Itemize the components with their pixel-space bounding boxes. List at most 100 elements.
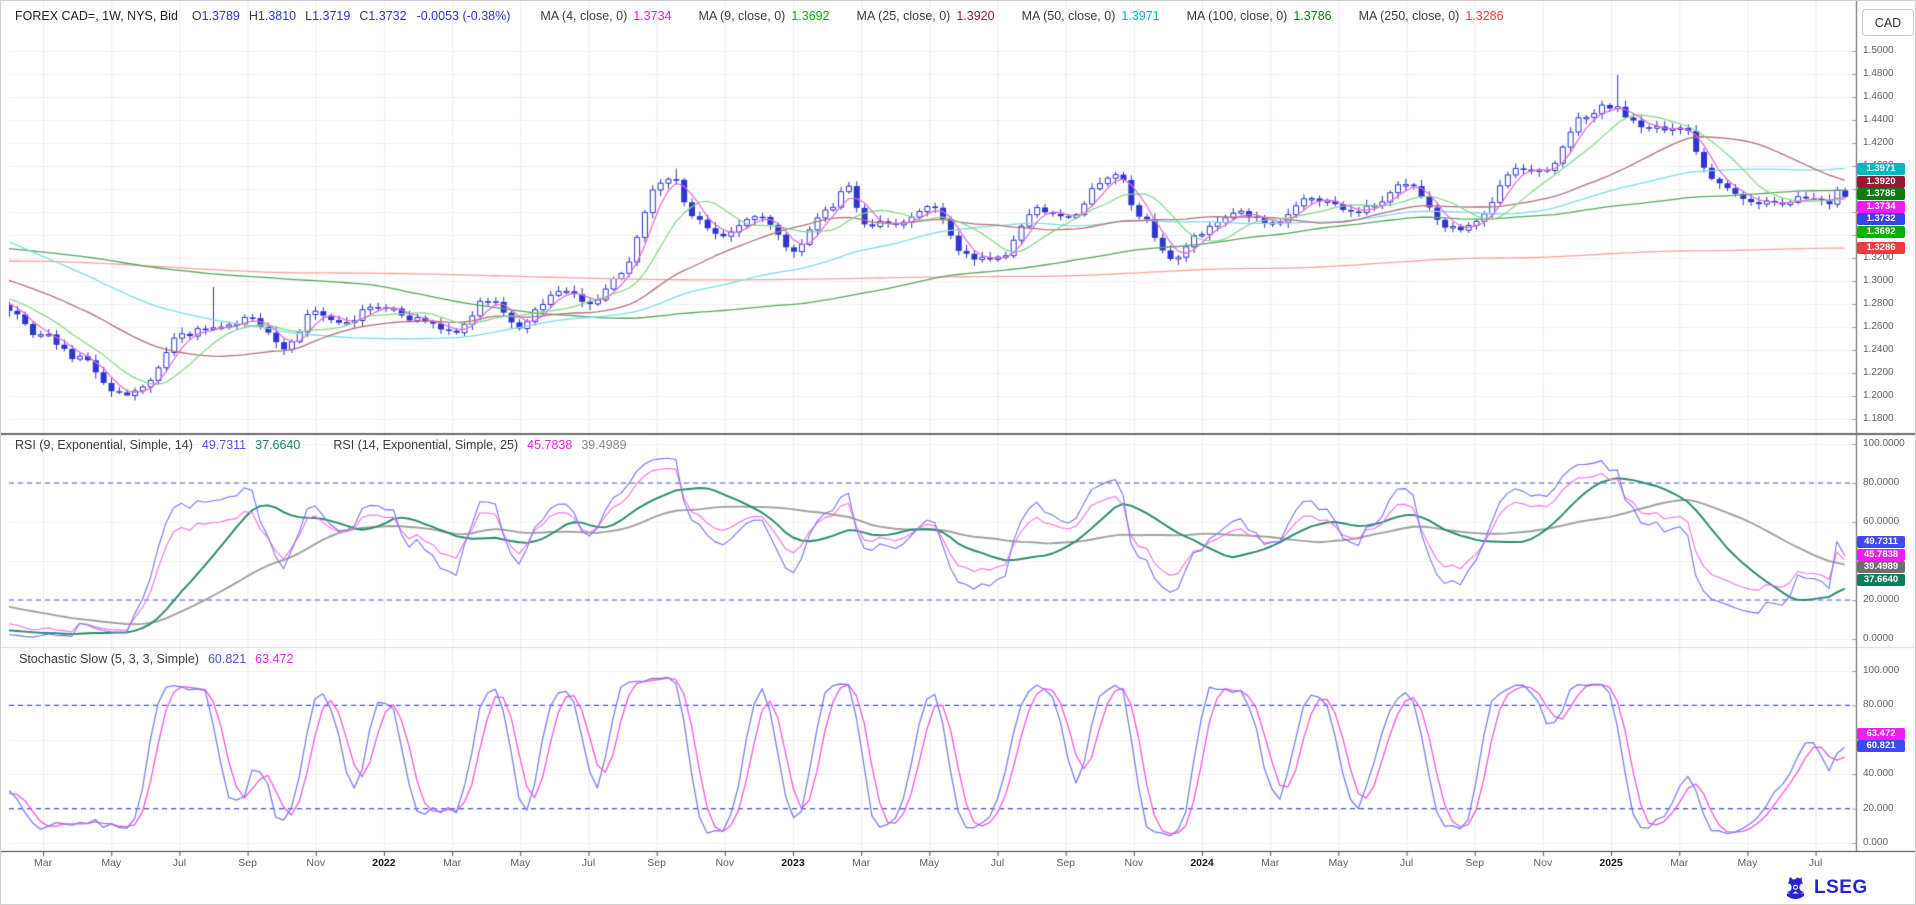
ma-legend-item: MA (250, close, 0)1.3286	[1359, 9, 1504, 23]
x-axis-label: Mar	[839, 857, 883, 869]
x-axis-label: Jul	[976, 857, 1020, 869]
indicator-legend-value: 37.6640	[255, 438, 300, 452]
x-axis-label: May	[498, 857, 542, 869]
price-axis-tick: 1.2800	[1863, 298, 1894, 309]
price-axis-tick: 1.4800	[1863, 68, 1894, 79]
axis-symbol-tab[interactable]: CAD	[1862, 9, 1914, 36]
x-axis-label: Sep	[1453, 857, 1497, 869]
price-tag: 1.3971	[1857, 163, 1905, 175]
quote-field: C1.3732	[359, 9, 406, 23]
price-axis-tick: 1.2400	[1863, 344, 1894, 355]
x-axis-label: 2023	[771, 857, 815, 869]
price-tag: 1.3786	[1857, 188, 1905, 200]
ma-legend-item: MA (100, close, 0)1.3786	[1187, 9, 1332, 23]
indicator-legend-value: 45.7838	[527, 438, 572, 452]
quote-field-label: H	[249, 9, 258, 23]
quote-field-label: C	[359, 9, 368, 23]
quote-field: L1.3719	[305, 9, 350, 23]
indicator-legend-value: 60.821	[208, 652, 246, 666]
stochastic-axis-tick: 80.000	[1863, 699, 1894, 710]
ma-legend-item: MA (25, close, 0)1.3920	[857, 9, 995, 23]
x-axis-label: Sep	[226, 857, 270, 869]
indicator-legend-group: RSI (14, Exponential, Simple, 25) 45.7838…	[333, 438, 626, 452]
x-axis-label: Nov	[703, 857, 747, 869]
ma-legend-value: 1.3286	[1465, 9, 1503, 23]
lseg-crest-icon	[1783, 876, 1808, 900]
ma-legend-value: 1.3971	[1121, 9, 1159, 23]
price-tag: 39.4989	[1857, 561, 1905, 573]
quote-field-value: 1.3789	[202, 9, 240, 23]
ma-legend-item: MA (50, close, 0)1.3971	[1022, 9, 1160, 23]
price-tag: 1.3920	[1857, 176, 1905, 188]
quote-field-value: 1.3810	[258, 9, 296, 23]
indicator-legend-group: Stochastic Slow (5, 3, 3, Simple) 60.821 6…	[19, 652, 293, 666]
price-tag: 1.3734	[1857, 201, 1905, 213]
lseg-logo: LSEG	[1783, 876, 1868, 900]
quote-field: H1.3810	[249, 9, 296, 23]
ma-legend: MA (4, close, 0)1.3734 MA (9, close, 0)1.…	[540, 9, 1503, 23]
x-axis-label: Mar	[21, 857, 65, 869]
price-axis-tick: 1.5000	[1863, 45, 1894, 56]
price-tag: 1.3732	[1857, 213, 1905, 225]
indicator-legend-value: 49.7311	[202, 438, 246, 452]
price-tag: 1.3286	[1857, 242, 1905, 254]
price-axis-tick: 1.4600	[1863, 91, 1894, 102]
x-axis-label: May	[89, 857, 133, 869]
x-axis-label: Jul	[566, 857, 610, 869]
stochastic-axis-tick: 0.000	[1863, 837, 1888, 848]
price-axis-tick: 1.2600	[1863, 321, 1894, 332]
x-axis-label: Mar	[430, 857, 474, 869]
ma-legend-value: 1.3692	[791, 9, 829, 23]
x-axis-label: 2025	[1589, 857, 1633, 869]
price-axis-tick: 1.1800	[1863, 413, 1894, 424]
quote-field-value: 1.3732	[368, 9, 406, 23]
indicator-legend-label: RSI (14, Exponential, Simple, 25)	[333, 438, 518, 452]
rsi-axis-tick: 0.0000	[1863, 633, 1894, 644]
rsi-axis-tick: 80.0000	[1863, 477, 1899, 488]
chart-window: FOREX CAD=, 1W, NYS, Bid O1.3789 H1.3810 L…	[0, 0, 1916, 905]
x-axis-label: Nov	[294, 857, 338, 869]
ma-legend-item: MA (9, close, 0)1.3692	[698, 9, 829, 23]
price-tag: 60.821	[1857, 740, 1905, 752]
x-axis-label: May	[907, 857, 951, 869]
price-chart-canvas[interactable]	[1, 1, 1916, 905]
indicator-legend-label: Stochastic Slow (5, 3, 3, Simple)	[19, 652, 199, 666]
stochastic-axis-tick: 100.000	[1863, 665, 1899, 676]
x-axis-label: Sep	[635, 857, 679, 869]
change-readout: -0.0053 (-0.38%)	[417, 9, 511, 23]
rsi-legend: RSI (9, Exponential, Simple, 14) 49.7311 3…	[15, 438, 651, 452]
price-tag: 63.472	[1857, 728, 1905, 740]
main-legend: FOREX CAD=, 1W, NYS, Bid O1.3789 H1.3810 L…	[15, 1, 1504, 31]
indicator-legend-value: 63.472	[255, 652, 293, 666]
x-axis-label: 2022	[362, 857, 406, 869]
price-axis-tick: 1.2000	[1863, 390, 1894, 401]
price-tag: 1.3692	[1857, 226, 1905, 238]
ma-legend-item: MA (4, close, 0)1.3734	[540, 9, 671, 23]
indicator-legend-group: RSI (9, Exponential, Simple, 14) 49.7311 3…	[15, 438, 300, 452]
x-axis-label: Mar	[1657, 857, 1701, 869]
stochastic-axis-tick: 20.000	[1863, 803, 1894, 814]
indicator-legend-label: RSI (9, Exponential, Simple, 14)	[15, 438, 193, 452]
price-tag: 49.7311	[1857, 536, 1905, 548]
x-axis-label: Jul	[157, 857, 201, 869]
stochastic-legend: Stochastic Slow (5, 3, 3, Simple) 60.821 6…	[19, 652, 317, 666]
stochastic-axis-tick: 40.000	[1863, 768, 1894, 779]
x-axis-label: Jul	[1794, 857, 1838, 869]
x-axis-label: Mar	[1248, 857, 1292, 869]
price-axis-tick: 1.4400	[1863, 114, 1894, 125]
x-axis-label: Jul	[1385, 857, 1429, 869]
ohlc-readout: O1.3789 H1.3810 L1.3719 C1.3732	[192, 9, 407, 23]
price-axis-tick: 1.2200	[1863, 367, 1894, 378]
x-axis-label: Nov	[1112, 857, 1156, 869]
price-axis-tick: 1.4200	[1863, 137, 1894, 148]
rsi-axis-tick: 100.0000	[1863, 438, 1905, 449]
x-axis-label: May	[1725, 857, 1769, 869]
lseg-wordmark: LSEG	[1814, 877, 1868, 899]
rsi-axis-tick: 60.0000	[1863, 516, 1899, 527]
rsi-axis-tick: 20.0000	[1863, 594, 1899, 605]
quote-field: O1.3789	[192, 9, 240, 23]
quote-field-label: O	[192, 9, 202, 23]
ma-legend-value: 1.3786	[1293, 9, 1331, 23]
x-axis-label: Nov	[1521, 857, 1565, 869]
instrument-title: FOREX CAD=, 1W, NYS, Bid	[15, 9, 178, 23]
